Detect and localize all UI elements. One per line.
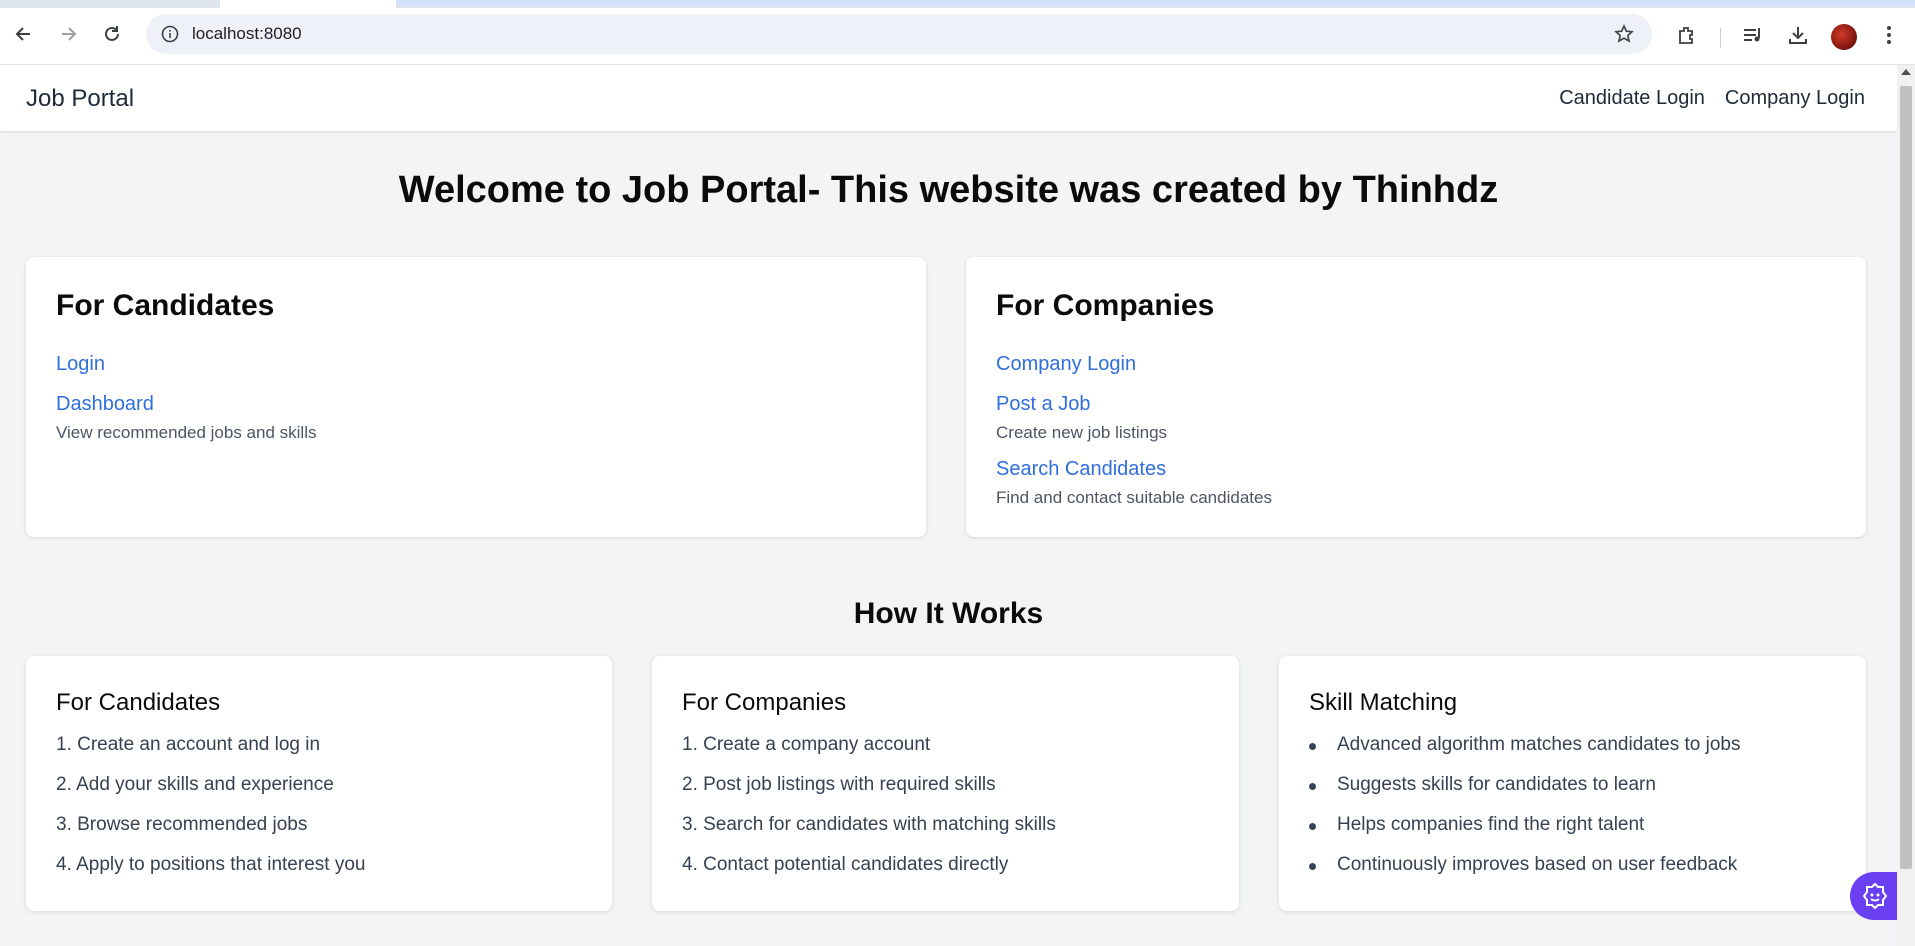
toolbar-divider: [1720, 28, 1721, 48]
skill-matching-title: Skill Matching: [1309, 689, 1458, 716]
scroll-up-arrow-icon[interactable]: [1901, 69, 1911, 75]
list-item: Helps companies find the right talent: [1308, 814, 1645, 835]
page-scrollbar[interactable]: [1897, 65, 1915, 946]
post-job-description: Create new job listings: [996, 423, 1168, 442]
floating-settings-button[interactable]: [1850, 872, 1897, 920]
site-navbar: Job Portal Candidate Login Company Login: [0, 65, 1897, 131]
list-item: 2. Post job listings with required skill…: [682, 774, 996, 795]
list-item: 3. Browse recommended jobs: [56, 814, 308, 835]
site-info-icon[interactable]: [158, 22, 182, 46]
company-login-link[interactable]: Company Login: [996, 353, 1136, 376]
list-item: 1. Create an account and log in: [56, 734, 321, 755]
scrollbar-thumb[interactable]: [1900, 86, 1912, 869]
arrow-left-icon: [15, 27, 30, 41]
search-candidates-description: Find and contact suitable candidates: [996, 488, 1272, 507]
profile-avatar[interactable]: [1831, 24, 1857, 50]
extensions-icon[interactable]: [1674, 22, 1700, 48]
browser-toolbar: localhost:8080: [0, 8, 1915, 65]
page-viewport: Job Portal Candidate Login Company Login…: [0, 65, 1897, 946]
nav-candidate-login[interactable]: Candidate Login: [1559, 87, 1705, 110]
list-item: Advanced algorithm matches candidates to…: [1308, 734, 1741, 755]
tab-strip: [0, 0, 1915, 8]
address-bar[interactable]: localhost:8080: [146, 14, 1652, 54]
companies-card: For Companies Company Login Post a Job C…: [966, 257, 1866, 537]
how-candidates-card: For Candidates 1. Create an account and …: [26, 656, 612, 911]
tab-group-bar: [396, 0, 1915, 6]
download-icon[interactable]: [1785, 22, 1811, 48]
more-menu-icon[interactable]: [1876, 22, 1902, 48]
how-it-works-title: How It Works: [853, 597, 1044, 630]
how-companies-card: For Companies 1. Create a company accoun…: [652, 656, 1239, 911]
forward-button[interactable]: [52, 18, 84, 50]
candidates-card-title: For Candidates: [56, 289, 275, 322]
skill-matching-card: Skill Matching Advanced algorithm matche…: [1279, 656, 1866, 911]
nav-company-login[interactable]: Company Login: [1725, 87, 1865, 110]
search-candidates-link[interactable]: Search Candidates: [996, 458, 1166, 481]
dashboard-description: View recommended jobs and skills: [56, 423, 317, 442]
url-text[interactable]: localhost:8080: [192, 24, 302, 44]
active-tab[interactable]: [220, 0, 396, 8]
brand-logo-text[interactable]: Job Portal: [26, 85, 134, 113]
list-item: 1. Create a company account: [682, 734, 931, 755]
list-item: 2. Add your skills and experience: [56, 774, 334, 795]
settings-face-icon: [1862, 882, 1888, 910]
page-title: Welcome to Job Portal- This website was …: [398, 169, 1499, 211]
list-item: 3. Search for candidates with matching s…: [682, 814, 1056, 835]
reload-icon: [105, 26, 119, 41]
bookmark-star-icon[interactable]: [1612, 22, 1636, 46]
list-item: Continuously improves based on user feed…: [1308, 854, 1738, 875]
candidates-card: For Candidates Login Dashboard View reco…: [26, 257, 926, 537]
back-button[interactable]: [8, 18, 40, 50]
media-control-icon[interactable]: [1740, 22, 1766, 48]
companies-card-title: For Companies: [996, 289, 1215, 322]
list-item: Suggests skills for candidates to learn: [1309, 774, 1656, 795]
list-item: 4. Apply to positions that interest you: [56, 854, 366, 875]
candidate-login-link[interactable]: Login: [56, 353, 105, 376]
how-candidates-title: For Candidates: [56, 689, 221, 716]
arrow-right-icon: [62, 27, 77, 41]
reload-button[interactable]: [96, 18, 128, 50]
list-item: 4. Contact potential candidates directly: [682, 854, 1009, 875]
how-companies-title: For Companies: [682, 689, 847, 716]
dashboard-link[interactable]: Dashboard: [56, 393, 154, 416]
nav-links: Candidate Login Company Login: [1559, 87, 1865, 110]
post-job-link[interactable]: Post a Job: [996, 393, 1091, 416]
